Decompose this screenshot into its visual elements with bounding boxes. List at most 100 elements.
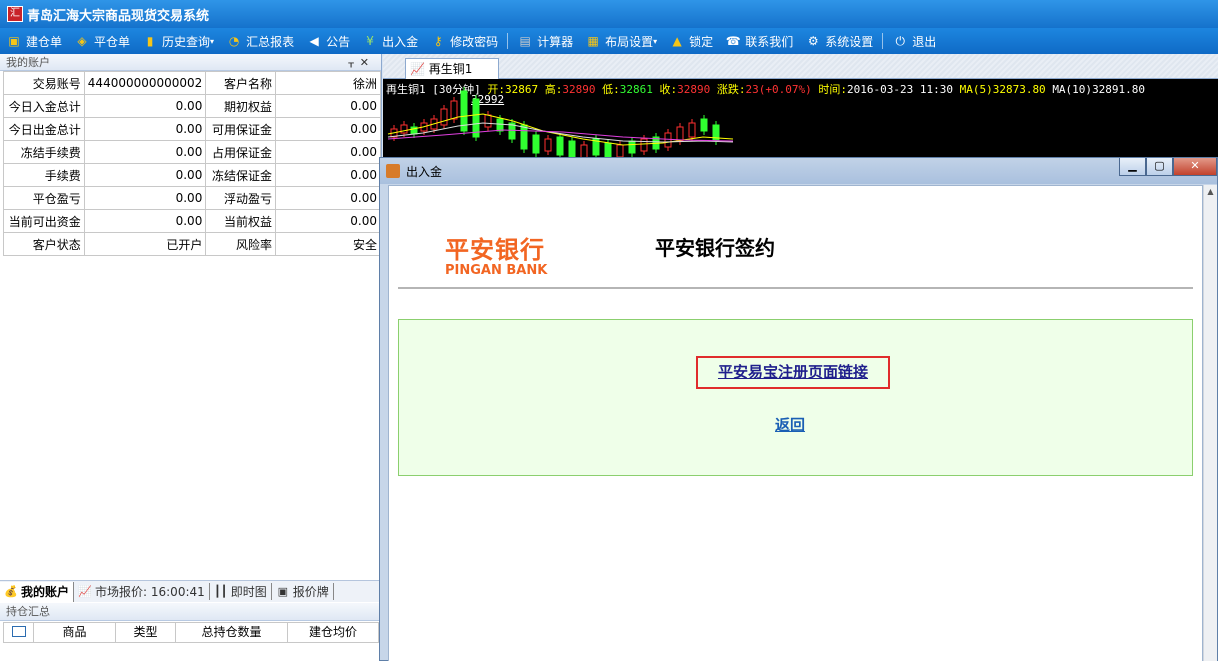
quote-board-icon: ▣ bbox=[277, 584, 288, 598]
toolbar-button-8[interactable]: ▦ 布局设置 ▾ bbox=[579, 28, 663, 54]
dialog-icon bbox=[386, 164, 400, 178]
field-value: 444000000000002 bbox=[83, 71, 207, 95]
deposit-withdraw-dialog: 出入金 ▁ ▢ ✕ 平安银行 PINGAN BANK 平安银行签约 平安易宝注册… bbox=[379, 157, 1218, 661]
toolbar-button-10[interactable]: ☎ 联系我们 bbox=[719, 28, 799, 54]
toolbar-separator bbox=[507, 33, 509, 49]
bank-logo-cn: 平安银行 bbox=[445, 236, 545, 264]
toolbar-button-0[interactable]: ▣ 建仓单 bbox=[0, 28, 68, 54]
field-label: 可用保证金 bbox=[205, 117, 277, 141]
column-header[interactable]: 建仓均价 bbox=[288, 623, 378, 642]
tab-wallet[interactable]: 💰 我的账户 bbox=[0, 581, 75, 602]
toolbar-label: 公告 bbox=[326, 34, 351, 49]
dialog-title-bar[interactable]: 出入金 bbox=[380, 158, 1217, 184]
pie-chart-icon: ◔ bbox=[228, 34, 240, 48]
toolbar-button-6[interactable]: ⚷ 修改密码 bbox=[424, 28, 504, 54]
table-row: 今日入金总计 0.00 期初权益 0.00 bbox=[3, 94, 381, 118]
candle-body bbox=[628, 140, 636, 154]
tab-label: 报价牌 bbox=[292, 585, 329, 599]
tab-label: 市场报价: 16:00:41 bbox=[95, 585, 205, 599]
field-label: 客户状态 bbox=[3, 232, 85, 256]
table-row: 交易账号 444000000000002 客户名称 徐洲 bbox=[3, 71, 381, 95]
dialog-title: 出入金 bbox=[406, 164, 443, 179]
toolbar-button-9[interactable]: ▲ 锁定 bbox=[663, 28, 719, 54]
toolbar-button-12[interactable]: ⏻ 退出 bbox=[886, 28, 942, 54]
toolbar-label: 出入金 bbox=[382, 34, 419, 49]
chart-line-icon: 📈 bbox=[78, 584, 92, 598]
table-settings-icon[interactable] bbox=[4, 623, 34, 642]
wallet-icon: 💰 bbox=[4, 584, 18, 598]
field-label: 交易账号 bbox=[3, 71, 85, 95]
tab-label: 即时图 bbox=[230, 585, 267, 599]
calculator-icon: ▤ bbox=[519, 34, 531, 48]
field-value: 0.00 bbox=[83, 209, 207, 233]
field-label: 客户名称 bbox=[205, 71, 277, 95]
candle-body bbox=[496, 118, 504, 132]
holdings-header: 持仓汇总 bbox=[0, 603, 381, 621]
toolbar-button-3[interactable]: ◔ 汇总报表 bbox=[220, 28, 300, 54]
power-icon: ⏻ bbox=[895, 34, 905, 48]
field-label: 冻结保证金 bbox=[205, 163, 277, 187]
bank-logo-en: PINGAN BANK bbox=[445, 263, 548, 278]
scroll-up-icon[interactable]: ▲ bbox=[1204, 185, 1217, 199]
field-value: 0.00 bbox=[83, 163, 207, 187]
table-row: 今日出金总计 0.00 可用保证金 0.00 bbox=[3, 117, 381, 141]
candle-body bbox=[450, 100, 458, 120]
toolbar-button-11[interactable]: ⚙ 系统设置 bbox=[799, 28, 879, 54]
tab-chart[interactable]: 📈 再生铜1 bbox=[405, 58, 499, 79]
column-header[interactable]: 总持仓数量 bbox=[176, 623, 288, 642]
pin-icon[interactable]: ᚁ bbox=[348, 56, 359, 69]
candle-body bbox=[700, 118, 708, 132]
field-label: 占用保证金 bbox=[205, 140, 277, 164]
field-value: 0.00 bbox=[83, 94, 207, 118]
chart-tab-strip: 📈 再生铜1 bbox=[383, 54, 1218, 79]
field-label: 浮动盈亏 bbox=[205, 186, 277, 210]
table-row: 当前可出资金 0.00 当前权益 0.00 bbox=[3, 209, 381, 233]
toolbar-button-2[interactable]: ▮ 历史查询 ▾ bbox=[136, 28, 220, 54]
link-panel: 平安易宝注册页面链接 返回 bbox=[398, 319, 1193, 476]
toolbar-label: 锁定 bbox=[689, 34, 714, 49]
close-icon[interactable]: ✕ bbox=[360, 56, 375, 69]
candle-body bbox=[484, 114, 492, 128]
chart-tab-label: 再生铜1 bbox=[428, 62, 473, 76]
title-bar: 汇 青岛汇海大宗商品现货交易系统 bbox=[0, 0, 1218, 28]
toolbar-label: 建仓单 bbox=[26, 34, 63, 49]
toolbar-button-1[interactable]: ◈ 平仓单 bbox=[68, 28, 136, 54]
speaker-icon: ◀ bbox=[309, 34, 319, 48]
phone-icon: ☎ bbox=[725, 34, 741, 48]
money-icon: ¥ bbox=[366, 34, 374, 48]
page-title: 平安银行签约 bbox=[655, 236, 775, 260]
toolbar-label: 布局设置 bbox=[605, 34, 654, 49]
chart-icon: 📈 bbox=[410, 62, 425, 76]
toolbar-button-5[interactable]: ¥ 出入金 bbox=[356, 28, 424, 54]
tab-candle[interactable]: ┃┃ 即时图 bbox=[210, 583, 272, 600]
field-value: 0.00 bbox=[275, 186, 381, 210]
candle-body bbox=[640, 138, 648, 152]
tab-quote-board[interactable]: ▣ 报价牌 bbox=[272, 583, 334, 600]
register-page-link[interactable]: 平安易宝注册页面链接 bbox=[696, 356, 890, 389]
toolbar-label: 系统设置 bbox=[825, 34, 874, 49]
account-panel-header: 我的账户 ᚁ✕ bbox=[0, 54, 381, 71]
column-header[interactable]: 商品 bbox=[34, 623, 116, 642]
tab-chart-line[interactable]: 📈 市场报价: 16:00:41 bbox=[74, 583, 210, 600]
field-label: 今日出金总计 bbox=[3, 117, 85, 141]
vertical-scrollbar[interactable]: ▲ bbox=[1203, 185, 1217, 661]
toolbar-button-7[interactable]: ▤ 计算器 bbox=[511, 28, 579, 54]
back-link[interactable]: 返回 bbox=[775, 414, 805, 435]
candle-body bbox=[544, 138, 552, 152]
lock-icon: ▲ bbox=[672, 34, 682, 48]
toolbar-button-4[interactable]: ◀ 公告 bbox=[300, 28, 356, 54]
candle-body bbox=[440, 108, 448, 126]
candle-body bbox=[688, 122, 696, 138]
holdings-table-header: 商品 类型 总持仓数量 建仓均价 bbox=[3, 622, 379, 643]
dialog-content: 平安银行 PINGAN BANK 平安银行签约 平安易宝注册页面链接 返回 bbox=[388, 185, 1203, 661]
field-value: 已开户 bbox=[83, 232, 207, 256]
column-header[interactable]: 类型 bbox=[116, 623, 176, 642]
field-value: 0.00 bbox=[275, 140, 381, 164]
close-button[interactable]: ✕ bbox=[1173, 158, 1217, 176]
field-label: 手续费 bbox=[3, 163, 85, 187]
table-row: 客户状态 已开户 风险率 安全 bbox=[3, 232, 381, 256]
minimize-button[interactable]: ▁ bbox=[1119, 158, 1146, 176]
layout-icon: ▦ bbox=[587, 34, 599, 48]
maximize-button[interactable]: ▢ bbox=[1146, 158, 1173, 176]
candle-body bbox=[712, 124, 720, 142]
